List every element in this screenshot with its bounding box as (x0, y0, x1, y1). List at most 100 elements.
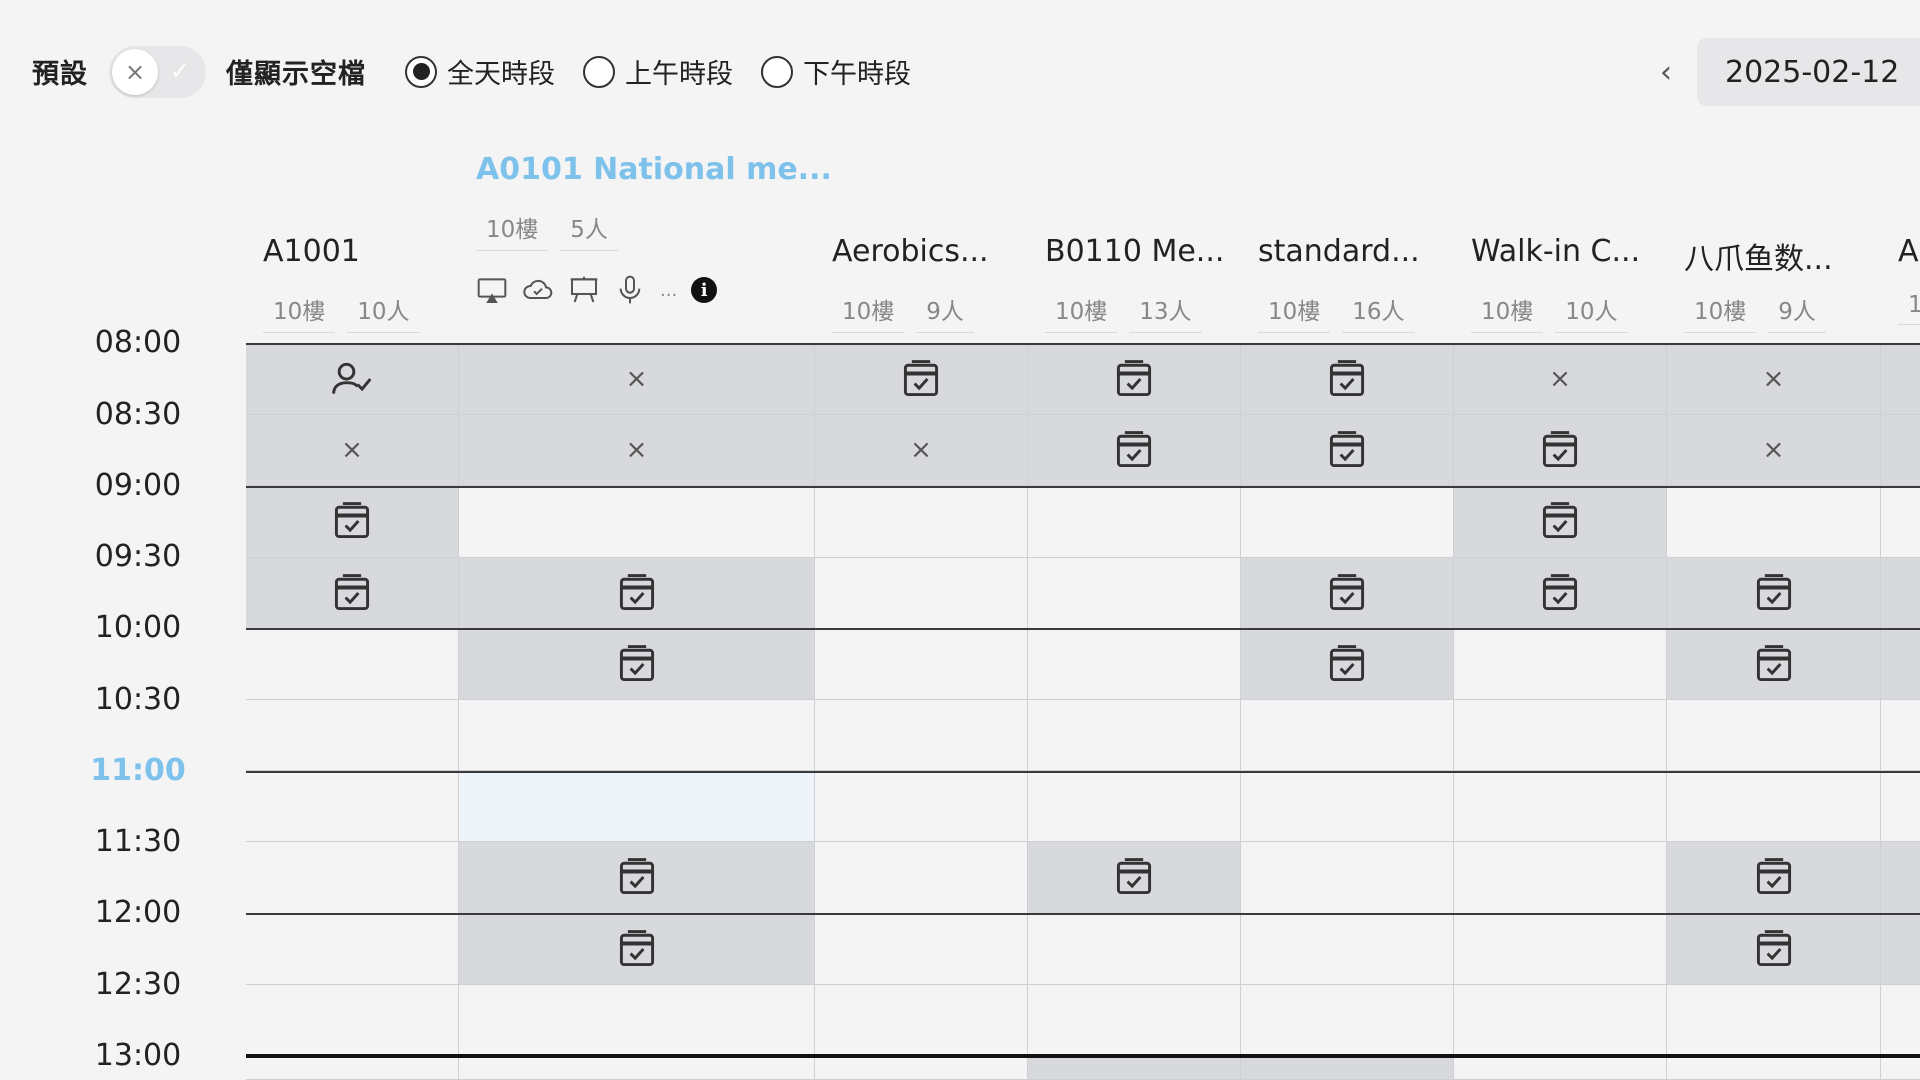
time-slot-cell[interactable] (1454, 771, 1667, 843)
time-slot-cell[interactable] (1881, 700, 1920, 772)
time-slot-cell[interactable] (1241, 1056, 1454, 1080)
time-slot-cell[interactable] (1241, 486, 1454, 558)
radio-unselected-icon[interactable] (583, 55, 615, 88)
time-slot-cell[interactable] (1881, 1056, 1920, 1080)
time-slot-cell[interactable] (1454, 557, 1667, 629)
time-slot-cell[interactable] (246, 344, 459, 416)
time-slot-cell[interactable] (1028, 842, 1241, 914)
time-slot-cell[interactable] (459, 984, 815, 1056)
time-slot-cell[interactable] (1241, 913, 1454, 985)
time-slot-cell[interactable] (246, 842, 459, 914)
time-slot-cell[interactable] (1028, 628, 1241, 700)
time-slot-cell[interactable]: × (1667, 415, 1881, 487)
time-slot-cell[interactable] (459, 700, 815, 772)
time-slot-cell[interactable] (1881, 344, 1920, 416)
time-slot-cell[interactable] (815, 344, 1028, 416)
radio-afternoon[interactable]: 下午時段 (761, 52, 911, 91)
room-name[interactable]: Aerobics... (832, 234, 989, 269)
time-slot-cell[interactable] (1667, 913, 1881, 985)
time-slot-cell[interactable] (1454, 628, 1667, 700)
time-slot-cell[interactable] (1028, 913, 1241, 985)
time-slot-cell[interactable] (815, 842, 1028, 914)
time-slot-cell[interactable] (459, 486, 815, 558)
time-slot-cell[interactable] (1454, 415, 1667, 487)
time-slot-cell[interactable] (1028, 344, 1241, 416)
room-name[interactable]: B0110 Me... (1045, 234, 1224, 269)
time-slot-cell[interactable] (246, 984, 459, 1056)
room-name[interactable]: A0101 National me... (476, 152, 832, 187)
time-slot-cell[interactable] (1881, 557, 1920, 629)
time-slot-cell[interactable] (1667, 486, 1881, 558)
time-slot-cell[interactable] (1241, 771, 1454, 843)
room-name[interactable]: A1001 (263, 234, 360, 269)
time-slot-cell[interactable] (1241, 984, 1454, 1056)
time-slot-cell[interactable] (1454, 486, 1667, 558)
time-slot-cell[interactable] (1241, 557, 1454, 629)
time-slot-cell[interactable] (246, 486, 459, 558)
time-slot-cell[interactable] (1241, 700, 1454, 772)
time-slot-cell[interactable] (1028, 557, 1241, 629)
time-slot-cell[interactable]: × (1667, 344, 1881, 416)
chevron-left-icon[interactable]: ‹ (1648, 48, 1684, 96)
time-slot-cell[interactable] (1454, 913, 1667, 985)
time-slot-cell[interactable] (246, 700, 459, 772)
time-slot-cell[interactable] (459, 842, 815, 914)
time-slot-cell[interactable] (815, 984, 1028, 1056)
time-slot-cell[interactable] (1241, 628, 1454, 700)
time-slot-cell[interactable] (1028, 486, 1241, 558)
time-slot-cell[interactable]: × (459, 344, 815, 416)
time-slot-cell[interactable] (459, 913, 815, 985)
time-slot-cell[interactable] (1881, 486, 1920, 558)
time-slot-cell[interactable] (1881, 984, 1920, 1056)
date-picker[interactable]: 2025-02-12 (1697, 38, 1920, 106)
time-slot-cell[interactable] (815, 557, 1028, 629)
time-slot-cell[interactable] (246, 557, 459, 629)
time-slot-cell[interactable] (1667, 984, 1881, 1056)
time-slot-cell[interactable] (1667, 628, 1881, 700)
time-slot-cell[interactable] (1454, 842, 1667, 914)
time-slot-cell[interactable] (459, 557, 815, 629)
time-slot-cell[interactable] (815, 913, 1028, 985)
time-slot-cell[interactable] (246, 1056, 459, 1080)
time-slot-cell[interactable] (246, 771, 459, 843)
time-slot-cell[interactable] (459, 771, 815, 843)
radio-morning[interactable]: 上午時段 (583, 52, 733, 91)
radio-unselected-icon[interactable] (761, 55, 793, 88)
time-slot-cell[interactable] (1028, 415, 1241, 487)
time-slot-cell[interactable] (459, 628, 815, 700)
info-icon[interactable]: i (691, 277, 718, 303)
time-slot-cell[interactable] (1454, 700, 1667, 772)
time-slot-cell[interactable] (1028, 771, 1241, 843)
time-slot-cell[interactable] (1241, 842, 1454, 914)
time-slot-cell[interactable] (1881, 913, 1920, 985)
time-slot-cell[interactable] (815, 486, 1028, 558)
time-slot-cell[interactable] (246, 628, 459, 700)
time-slot-cell[interactable] (1881, 842, 1920, 914)
time-slot-cell[interactable] (1667, 1056, 1881, 1080)
time-slot-cell[interactable] (1028, 1056, 1241, 1080)
time-slot-cell[interactable] (1881, 628, 1920, 700)
room-name[interactable]: Walk-in C... (1471, 234, 1640, 269)
time-slot-cell[interactable] (1667, 557, 1881, 629)
only-free-toggle[interactable]: × ✓ (109, 46, 206, 98)
time-slot-cell[interactable] (815, 628, 1028, 700)
time-slot-cell[interactable] (815, 771, 1028, 843)
time-slot-cell[interactable]: × (459, 415, 815, 487)
time-slot-cell[interactable]: × (1454, 344, 1667, 416)
time-slot-cell[interactable] (815, 700, 1028, 772)
time-slot-cell[interactable] (1241, 415, 1454, 487)
room-name[interactable]: A (1898, 234, 1919, 269)
time-slot-cell[interactable]: × (246, 415, 459, 487)
time-slot-cell[interactable] (246, 913, 459, 985)
time-slot-cell[interactable] (1241, 344, 1454, 416)
time-slot-cell[interactable] (1881, 415, 1920, 487)
time-slot-cell[interactable] (1881, 771, 1920, 843)
time-slot-cell[interactable] (1454, 984, 1667, 1056)
time-slot-cell[interactable] (1028, 984, 1241, 1056)
time-slot-cell[interactable] (1667, 771, 1881, 843)
radio-selected-icon[interactable] (405, 55, 437, 88)
time-slot-cell[interactable] (1667, 700, 1881, 772)
room-name[interactable]: 八爪鱼数... (1684, 234, 1833, 278)
time-slot-cell[interactable]: × (815, 415, 1028, 487)
room-name[interactable]: standard... (1258, 234, 1420, 269)
